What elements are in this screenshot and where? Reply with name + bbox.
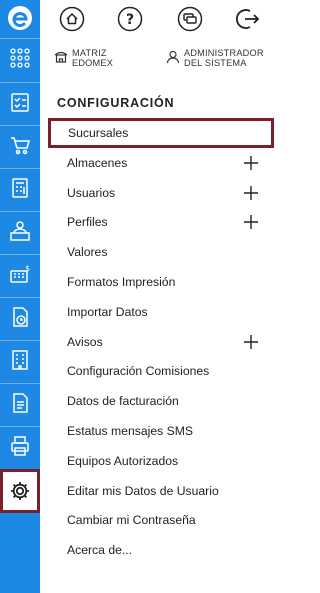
chat-icon [177, 6, 203, 32]
cart-icon [11, 136, 31, 154]
rail-item-settings[interactable] [0, 469, 40, 513]
rail-item-calculator[interactable] [0, 168, 40, 206]
menu-item-label: Editar mis Datos de Usuario [67, 483, 219, 498]
menu-item-label: Avisos [67, 334, 103, 349]
menu-item-label: Cambiar mi Contraseña [67, 513, 196, 528]
help-icon: ? [117, 6, 143, 32]
apps-grid-icon [10, 47, 30, 68]
menu-item[interactable]: Configuración Comisiones [48, 357, 274, 387]
menu-item[interactable]: Sucursales [48, 118, 274, 148]
rail-item-documents[interactable] [0, 383, 40, 421]
plus-icon[interactable] [244, 185, 258, 200]
gear-icon [11, 482, 29, 500]
menu-item[interactable]: Avisos [48, 327, 274, 357]
menu-item-label: Usuarios [67, 185, 116, 200]
svg-text:?: ? [126, 12, 134, 28]
menu-item-label: Datos de facturación [67, 394, 179, 409]
settings-menu: Sucursales Almacenes Usuarios Perfiles Valor… [48, 118, 274, 565]
menu-item[interactable]: Editar mis Datos de Usuario [48, 476, 274, 506]
rail-item-apps[interactable] [0, 38, 40, 76]
plus-icon[interactable] [244, 215, 258, 230]
menu-item[interactable]: Equipos Autorizados [48, 446, 274, 476]
menu-item[interactable]: Importar Datos [48, 297, 274, 327]
rail-item-cashier[interactable] [0, 211, 40, 249]
menu-item[interactable]: Perfiles [48, 208, 274, 238]
plus-icon[interactable] [244, 334, 258, 349]
document-clock-icon [13, 306, 28, 327]
menu-item-label: Equipos Autorizados [67, 453, 179, 468]
checklist-icon [11, 92, 29, 112]
menu-item-label: Perfiles [67, 215, 108, 230]
section-title: CONFIGURACIÓN [57, 96, 175, 110]
help-button[interactable]: ? [116, 5, 144, 33]
menu-item[interactable]: Usuarios [48, 178, 274, 208]
rail-item-tasks[interactable] [0, 82, 40, 120]
cash-register-icon: $ [10, 264, 30, 283]
menu-item-label: Formatos Impresión [67, 275, 176, 290]
logout-button[interactable] [234, 5, 262, 33]
rail-item-register[interactable]: $ [0, 254, 40, 292]
logout-icon [236, 9, 260, 29]
sidebar-rail: $ [0, 0, 40, 593]
home-button[interactable] [58, 5, 86, 33]
cashier-icon [10, 220, 30, 241]
menu-item-label: Valores [67, 245, 108, 260]
calculator-icon [12, 177, 28, 198]
menu-item-label: Configuración Comisiones [67, 364, 210, 379]
top-bar: ? [40, 0, 278, 40]
logo-icon [8, 6, 32, 30]
menu-item-label: Estatus mensajes SMS [67, 424, 193, 439]
menu-item[interactable]: Almacenes [48, 148, 274, 178]
document-icon [13, 392, 28, 413]
menu-item-label: Almacenes [67, 155, 128, 170]
branch-icon [54, 51, 68, 63]
menu-item[interactable]: Cambiar mi Contraseña [48, 506, 274, 536]
user-info-row: MATRIZ EDOMEX ADMINISTRADOR DEL SISTEMA [40, 42, 278, 76]
menu-item-label: Sucursales [68, 126, 129, 140]
chat-button[interactable] [176, 5, 204, 33]
home-icon [59, 6, 85, 32]
menu-item[interactable]: Formatos Impresión [48, 267, 274, 297]
plus-icon[interactable] [244, 155, 258, 170]
user-icon [166, 50, 180, 64]
menu-item[interactable]: Valores [48, 237, 274, 267]
rail-item-history[interactable] [0, 297, 40, 335]
branch-name: MATRIZ [72, 48, 107, 58]
branch-info[interactable]: MATRIZ EDOMEX [54, 48, 113, 68]
rail-item-sales[interactable] [0, 125, 40, 163]
menu-item[interactable]: Estatus mensajes SMS [48, 416, 274, 446]
menu-item-label: Acerca de... [67, 543, 133, 558]
menu-item-label: Importar Datos [67, 304, 148, 319]
user-profile[interactable]: ADMINISTRADOR DEL SISTEMA [166, 48, 264, 68]
building-icon [12, 349, 28, 370]
user-role-line1: ADMINISTRADOR [184, 48, 264, 58]
branch-region: EDOMEX [72, 58, 114, 68]
menu-item[interactable]: Datos de facturación [48, 386, 274, 416]
user-role-line2: DEL SISTEMA [184, 58, 247, 68]
rail-item-printing[interactable] [0, 426, 40, 464]
svg-text:$: $ [25, 264, 30, 273]
rail-item-branches[interactable] [0, 340, 40, 378]
printer-icon [11, 435, 29, 456]
app-logo[interactable] [0, 0, 40, 36]
menu-item[interactable]: Acerca de... [48, 535, 274, 565]
app: $ ? MATRIZ EDOMEX ADMINISTRADOR DEL SIST… [0, 0, 278, 593]
